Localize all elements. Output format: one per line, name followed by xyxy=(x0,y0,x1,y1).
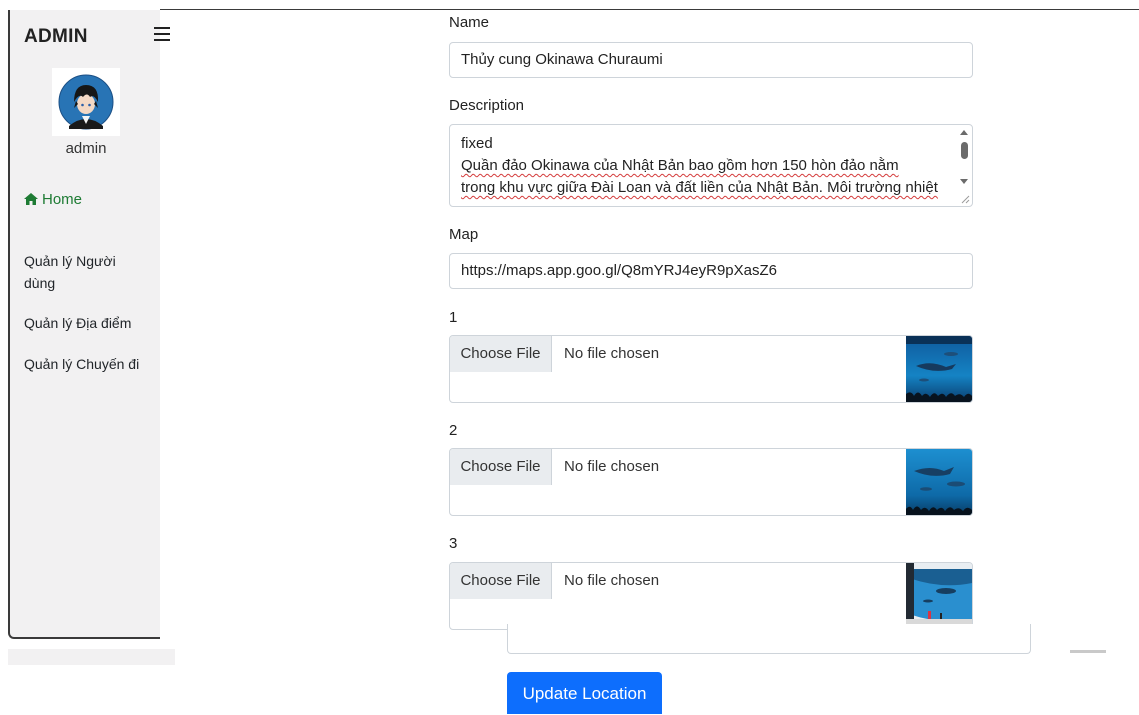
name-input[interactable]: Thủy cung Okinawa Churaumi xyxy=(449,42,973,78)
textarea-scrollbar[interactable] xyxy=(956,125,972,197)
image-3-preview xyxy=(906,563,972,629)
image-3-file-input[interactable]: Choose File No file chosen xyxy=(449,562,973,630)
hamburger-icon[interactable] xyxy=(154,27,170,43)
name-label: Name xyxy=(449,14,490,31)
description-line: Quần đảo Okinawa của Nhật Bản bao gồm hơ… xyxy=(461,157,899,174)
description-label: Description xyxy=(449,97,525,114)
avatar xyxy=(52,68,120,136)
image-1-label: 1 xyxy=(449,309,458,326)
hidden-field-edge xyxy=(507,624,1031,654)
scroll-up-icon[interactable] xyxy=(960,130,968,135)
sidebar: ADMIN admin Home Quản lý Người dùng Quản… xyxy=(8,10,170,639)
sidebar-footer xyxy=(8,649,175,665)
map-input[interactable]: https://maps.app.goo.gl/Q8mYRJ4eyR9pXasZ… xyxy=(449,253,973,289)
overlay-artifact xyxy=(1070,650,1106,653)
file-status: No file chosen xyxy=(564,458,660,475)
top-divider xyxy=(160,9,1139,10)
choose-file-button[interactable]: Choose File xyxy=(450,449,552,485)
description-textarea[interactable]: fixed Quần đảo Okinawa của Nhật Bản bao … xyxy=(449,124,973,207)
update-location-button[interactable]: Update Location xyxy=(507,672,662,714)
choose-file-button[interactable]: Choose File xyxy=(450,563,552,599)
scroll-thumb[interactable] xyxy=(961,142,968,159)
image-2-file-input[interactable]: Choose File No file chosen xyxy=(449,448,973,516)
image-1-file-input[interactable]: Choose File No file chosen xyxy=(449,335,973,403)
username-label: admin xyxy=(65,140,107,157)
sidebar-item-home[interactable]: Home xyxy=(24,189,82,211)
image-2-label: 2 xyxy=(449,422,458,439)
house-icon xyxy=(24,193,38,205)
sidebar-item-trips[interactable]: Quản lý Chuyến đi xyxy=(24,353,139,375)
sidebar-item-home-label: Home xyxy=(42,191,83,208)
image-3-label: 3 xyxy=(449,535,458,552)
sidebar-item-places[interactable]: Quản lý Địa điểm xyxy=(24,312,131,334)
map-label: Map xyxy=(449,226,479,243)
resize-handle-icon[interactable] xyxy=(961,195,970,204)
file-status: No file chosen xyxy=(564,572,660,589)
image-2-preview xyxy=(906,449,972,515)
scroll-down-icon[interactable] xyxy=(960,179,968,184)
brand-title: ADMIN xyxy=(24,26,88,47)
sidebar-item-users[interactable]: Quản lý Người dùng xyxy=(24,250,144,294)
file-status: No file chosen xyxy=(564,345,660,362)
description-line: trong khu vực giữa Đài Loan và đất liền … xyxy=(461,179,938,196)
description-line: fixed xyxy=(461,135,493,152)
image-1-preview xyxy=(906,336,972,402)
choose-file-button[interactable]: Choose File xyxy=(450,336,552,372)
